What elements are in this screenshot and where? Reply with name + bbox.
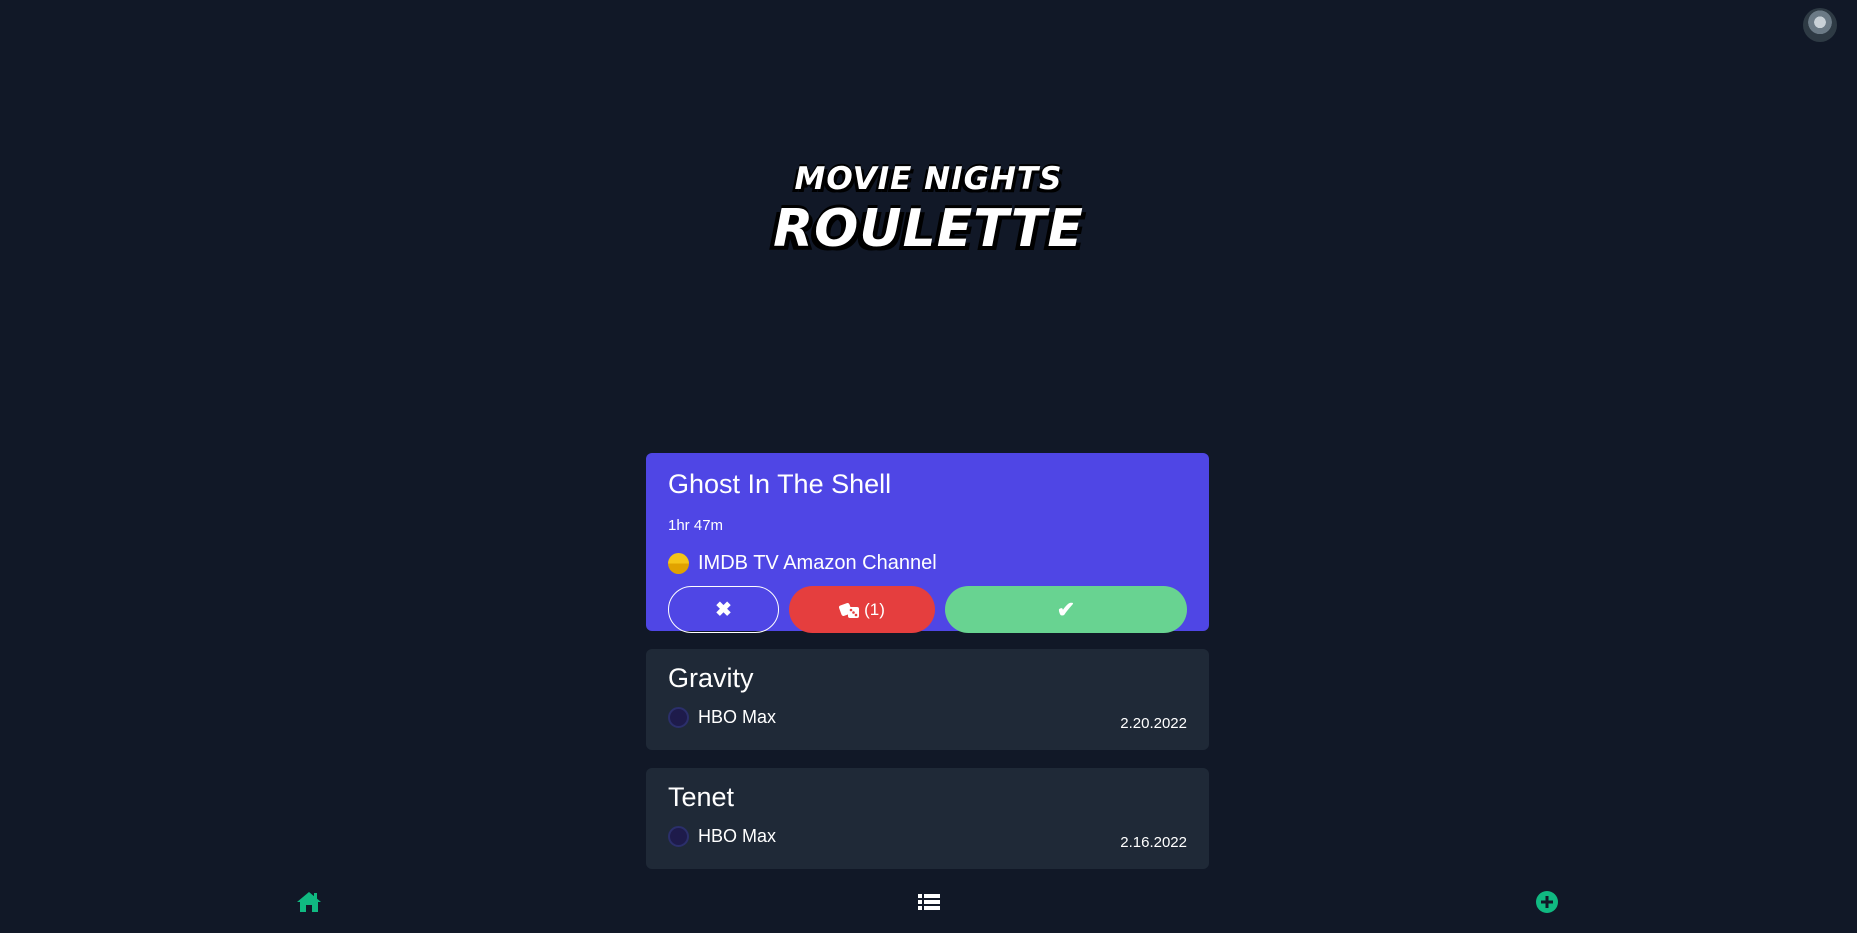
watch-date: 2.16.2022 [1120, 834, 1187, 851]
hbo-max-logo-icon [668, 707, 689, 728]
imdb-tv-logo-icon [668, 553, 689, 574]
skip-button[interactable]: ✖ [668, 586, 779, 633]
current-pick-card: Ghost In The Shell 1hr 47m IMDB TV Amazo… [646, 453, 1209, 633]
action-buttons: ✖ (1) ✔ [668, 586, 1187, 633]
accept-button[interactable]: ✔ [945, 586, 1187, 633]
provider-name: HBO Max [698, 707, 777, 727]
history-title: Tenet [668, 782, 735, 812]
movie-title: Ghost In The Shell [668, 469, 892, 499]
history-title: Gravity [668, 663, 754, 693]
add-circle-icon[interactable] [1533, 888, 1561, 916]
app-logo: MOVIE NIGHTS ROULETTE [0, 158, 1857, 258]
logo-line-1: MOVIE NIGHTS [794, 161, 1063, 197]
history-item[interactable]: Tenet HBO Max 2.16.2022 [646, 768, 1209, 869]
provider: HBO Max [668, 826, 1187, 847]
history-item[interactable]: Gravity HBO Max 2.20.2022 [646, 649, 1209, 750]
provider: HBO Max [668, 707, 1187, 728]
close-icon: ✖ [715, 599, 732, 621]
movie-list[interactable]: Ghost In The Shell 1hr 47m IMDB TV Amazo… [646, 453, 1209, 870]
hbo-max-logo-icon [668, 826, 689, 847]
logo-line-2: ROULETTE [773, 199, 1084, 259]
dice-icon [839, 602, 860, 618]
provider: IMDB TV Amazon Channel [668, 552, 1187, 575]
reroll-button[interactable]: (1) [789, 586, 935, 633]
check-icon: ✔ [1056, 596, 1076, 622]
provider-name: HBO Max [698, 826, 777, 846]
reroll-count: (1) [864, 599, 885, 619]
movie-runtime: 1hr 47m [668, 517, 724, 534]
home-icon[interactable] [295, 888, 323, 916]
avatar[interactable] [1803, 8, 1837, 42]
provider-name: IMDB TV Amazon Channel [698, 552, 937, 574]
list-icon[interactable] [915, 888, 943, 916]
watch-date: 2.20.2022 [1120, 715, 1187, 732]
bottom-nav [0, 870, 1857, 933]
